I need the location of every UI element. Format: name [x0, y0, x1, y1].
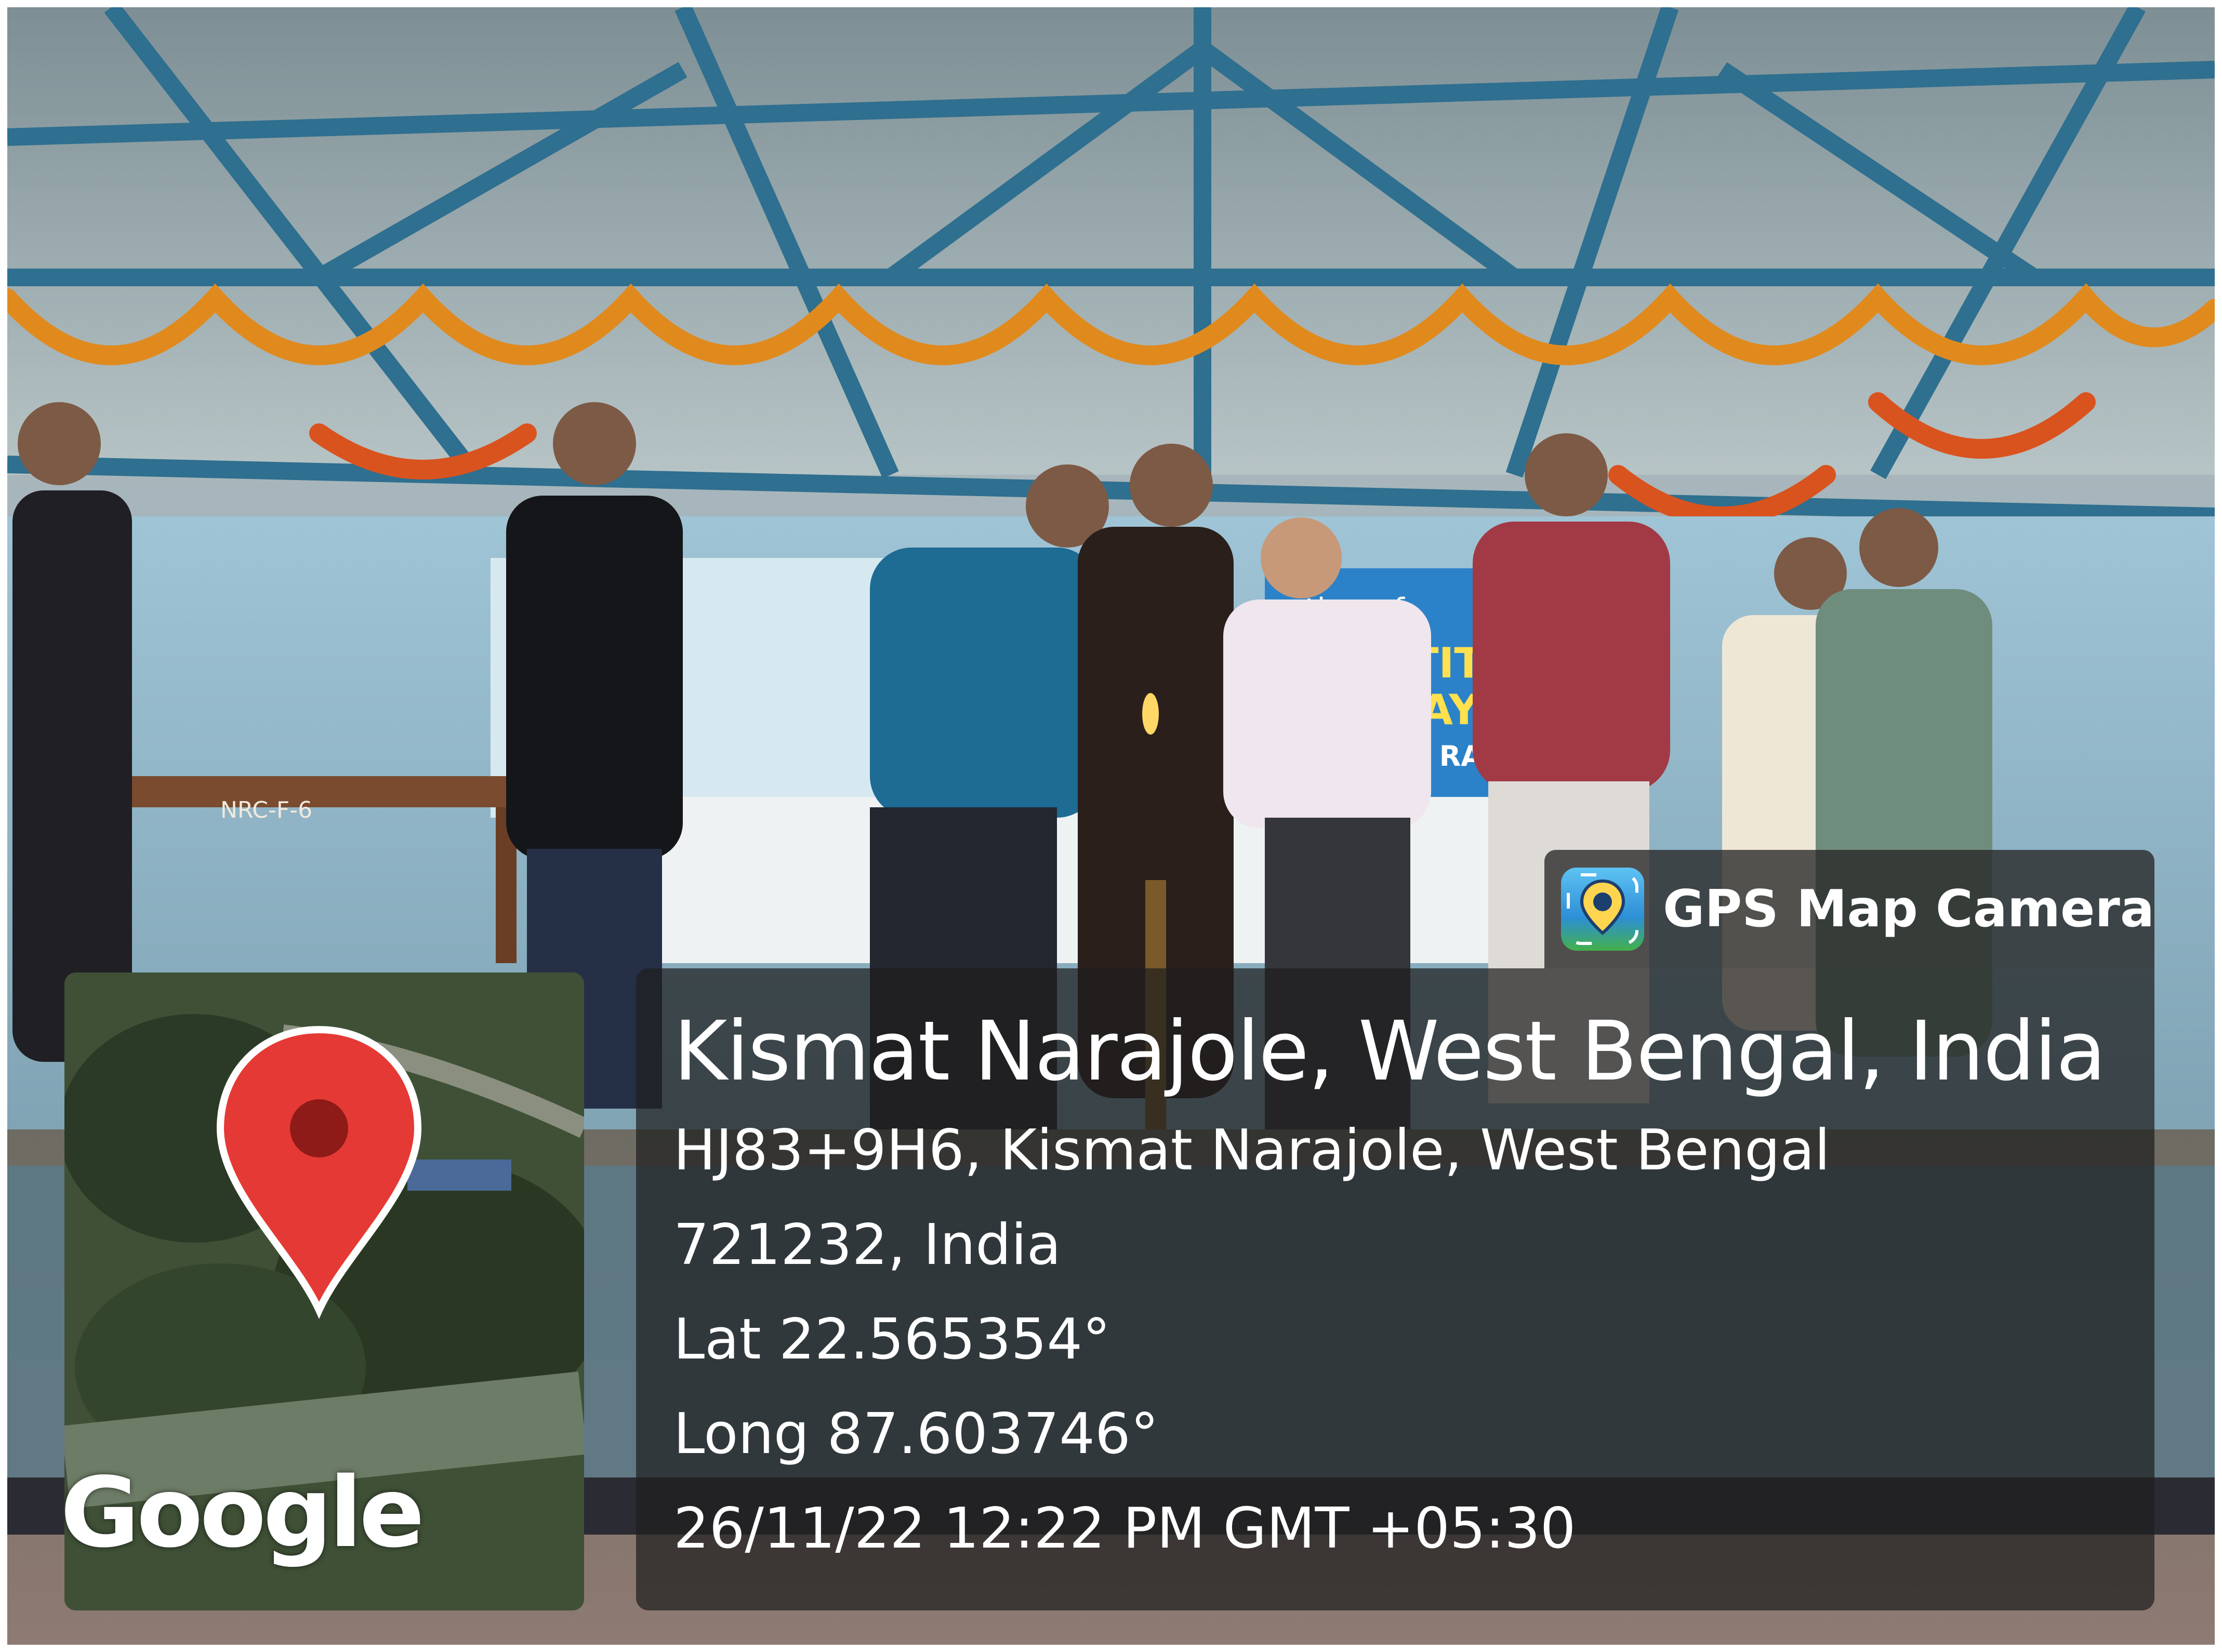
gps-photo-canvas: ation of TITU AY E RAJ NRC-F-6: [0, 0, 2222, 1652]
location-info-panel: Kismat Narajole, West Bengal, India HJ83…: [636, 968, 2154, 1610]
candle-flame: [1142, 693, 1159, 735]
longitude: Long 87.603746°: [673, 1402, 1159, 1467]
address-line-1: HJ83+9H6, Kismat Narajole, West Bengal: [673, 1118, 1830, 1183]
datetime: 26/11/22 12:22 PM GMT +05:30: [673, 1496, 1576, 1561]
table-label: NRC-F-6: [220, 797, 312, 823]
map-thumbnail: Google: [64, 972, 584, 1610]
gps-map-camera-icon: [1561, 868, 1644, 951]
address-line-2: 721232, India: [673, 1213, 1061, 1277]
app-badge: GPS Map Camera: [1544, 850, 2154, 968]
location-title: Kismat Narajole, West Bengal, India: [673, 1004, 2106, 1099]
google-logo: Google: [64, 1456, 425, 1569]
app-label: GPS Map Camera: [1663, 880, 2154, 939]
latitude: Lat 22.565354°: [673, 1307, 1111, 1372]
